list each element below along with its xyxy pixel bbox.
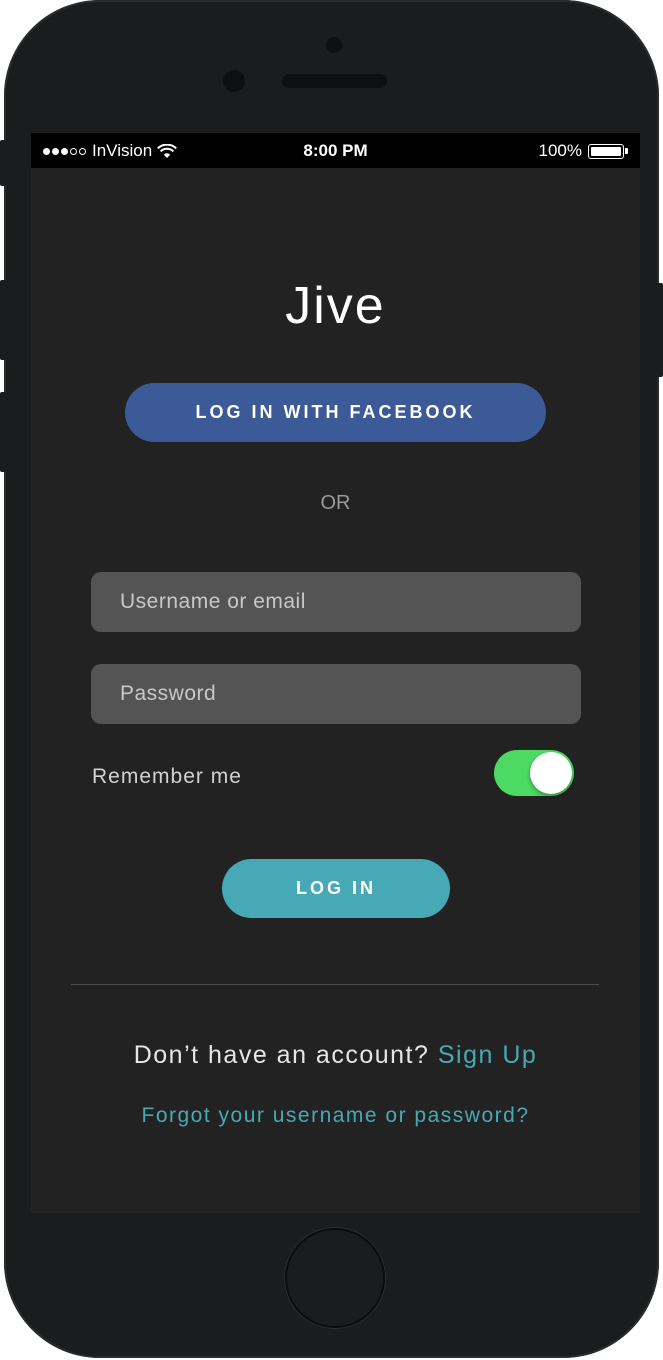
front-camera (326, 37, 342, 53)
power-button (657, 283, 663, 377)
facebook-login-button[interactable]: LOG IN WITH FACEBOOK (125, 383, 546, 442)
earpiece-speaker (282, 74, 387, 88)
toggle-knob (530, 752, 572, 794)
volume-down-button (0, 392, 6, 472)
status-bar: InVision 8:00 PM 100% (31, 133, 640, 168)
proximity-sensor (223, 70, 245, 92)
screen: InVision 8:00 PM 100% Jive LOG IN WITH F… (31, 133, 640, 1213)
forgot-credentials-link[interactable]: Forgot your username or password? (31, 1104, 640, 1128)
login-button[interactable]: LOG IN (222, 859, 450, 918)
signup-prompt: Don’t have an account? (133, 1041, 430, 1069)
or-separator: OR (320, 492, 351, 514)
mute-switch (0, 140, 6, 186)
remember-me-label: Remember me (92, 765, 242, 788)
battery-percent: 100% (538, 141, 582, 160)
username-placeholder: Username or email (120, 590, 306, 613)
username-input[interactable]: Username or email (91, 572, 581, 632)
password-placeholder: Password (120, 682, 217, 705)
app-title: Jive (285, 277, 386, 335)
status-right: 100% (539, 141, 628, 161)
battery-icon (588, 143, 628, 159)
volume-up-button (0, 280, 6, 360)
phone-frame: InVision 8:00 PM 100% Jive LOG IN WITH F… (4, 0, 659, 1358)
remember-me-toggle[interactable] (494, 750, 574, 796)
divider (71, 984, 599, 985)
signup-prompt-row: Don’t have an account? Sign Up (31, 1041, 640, 1070)
password-input[interactable]: Password (91, 664, 581, 724)
home-button[interactable] (285, 1228, 385, 1328)
signup-link[interactable]: Sign Up (438, 1041, 537, 1069)
